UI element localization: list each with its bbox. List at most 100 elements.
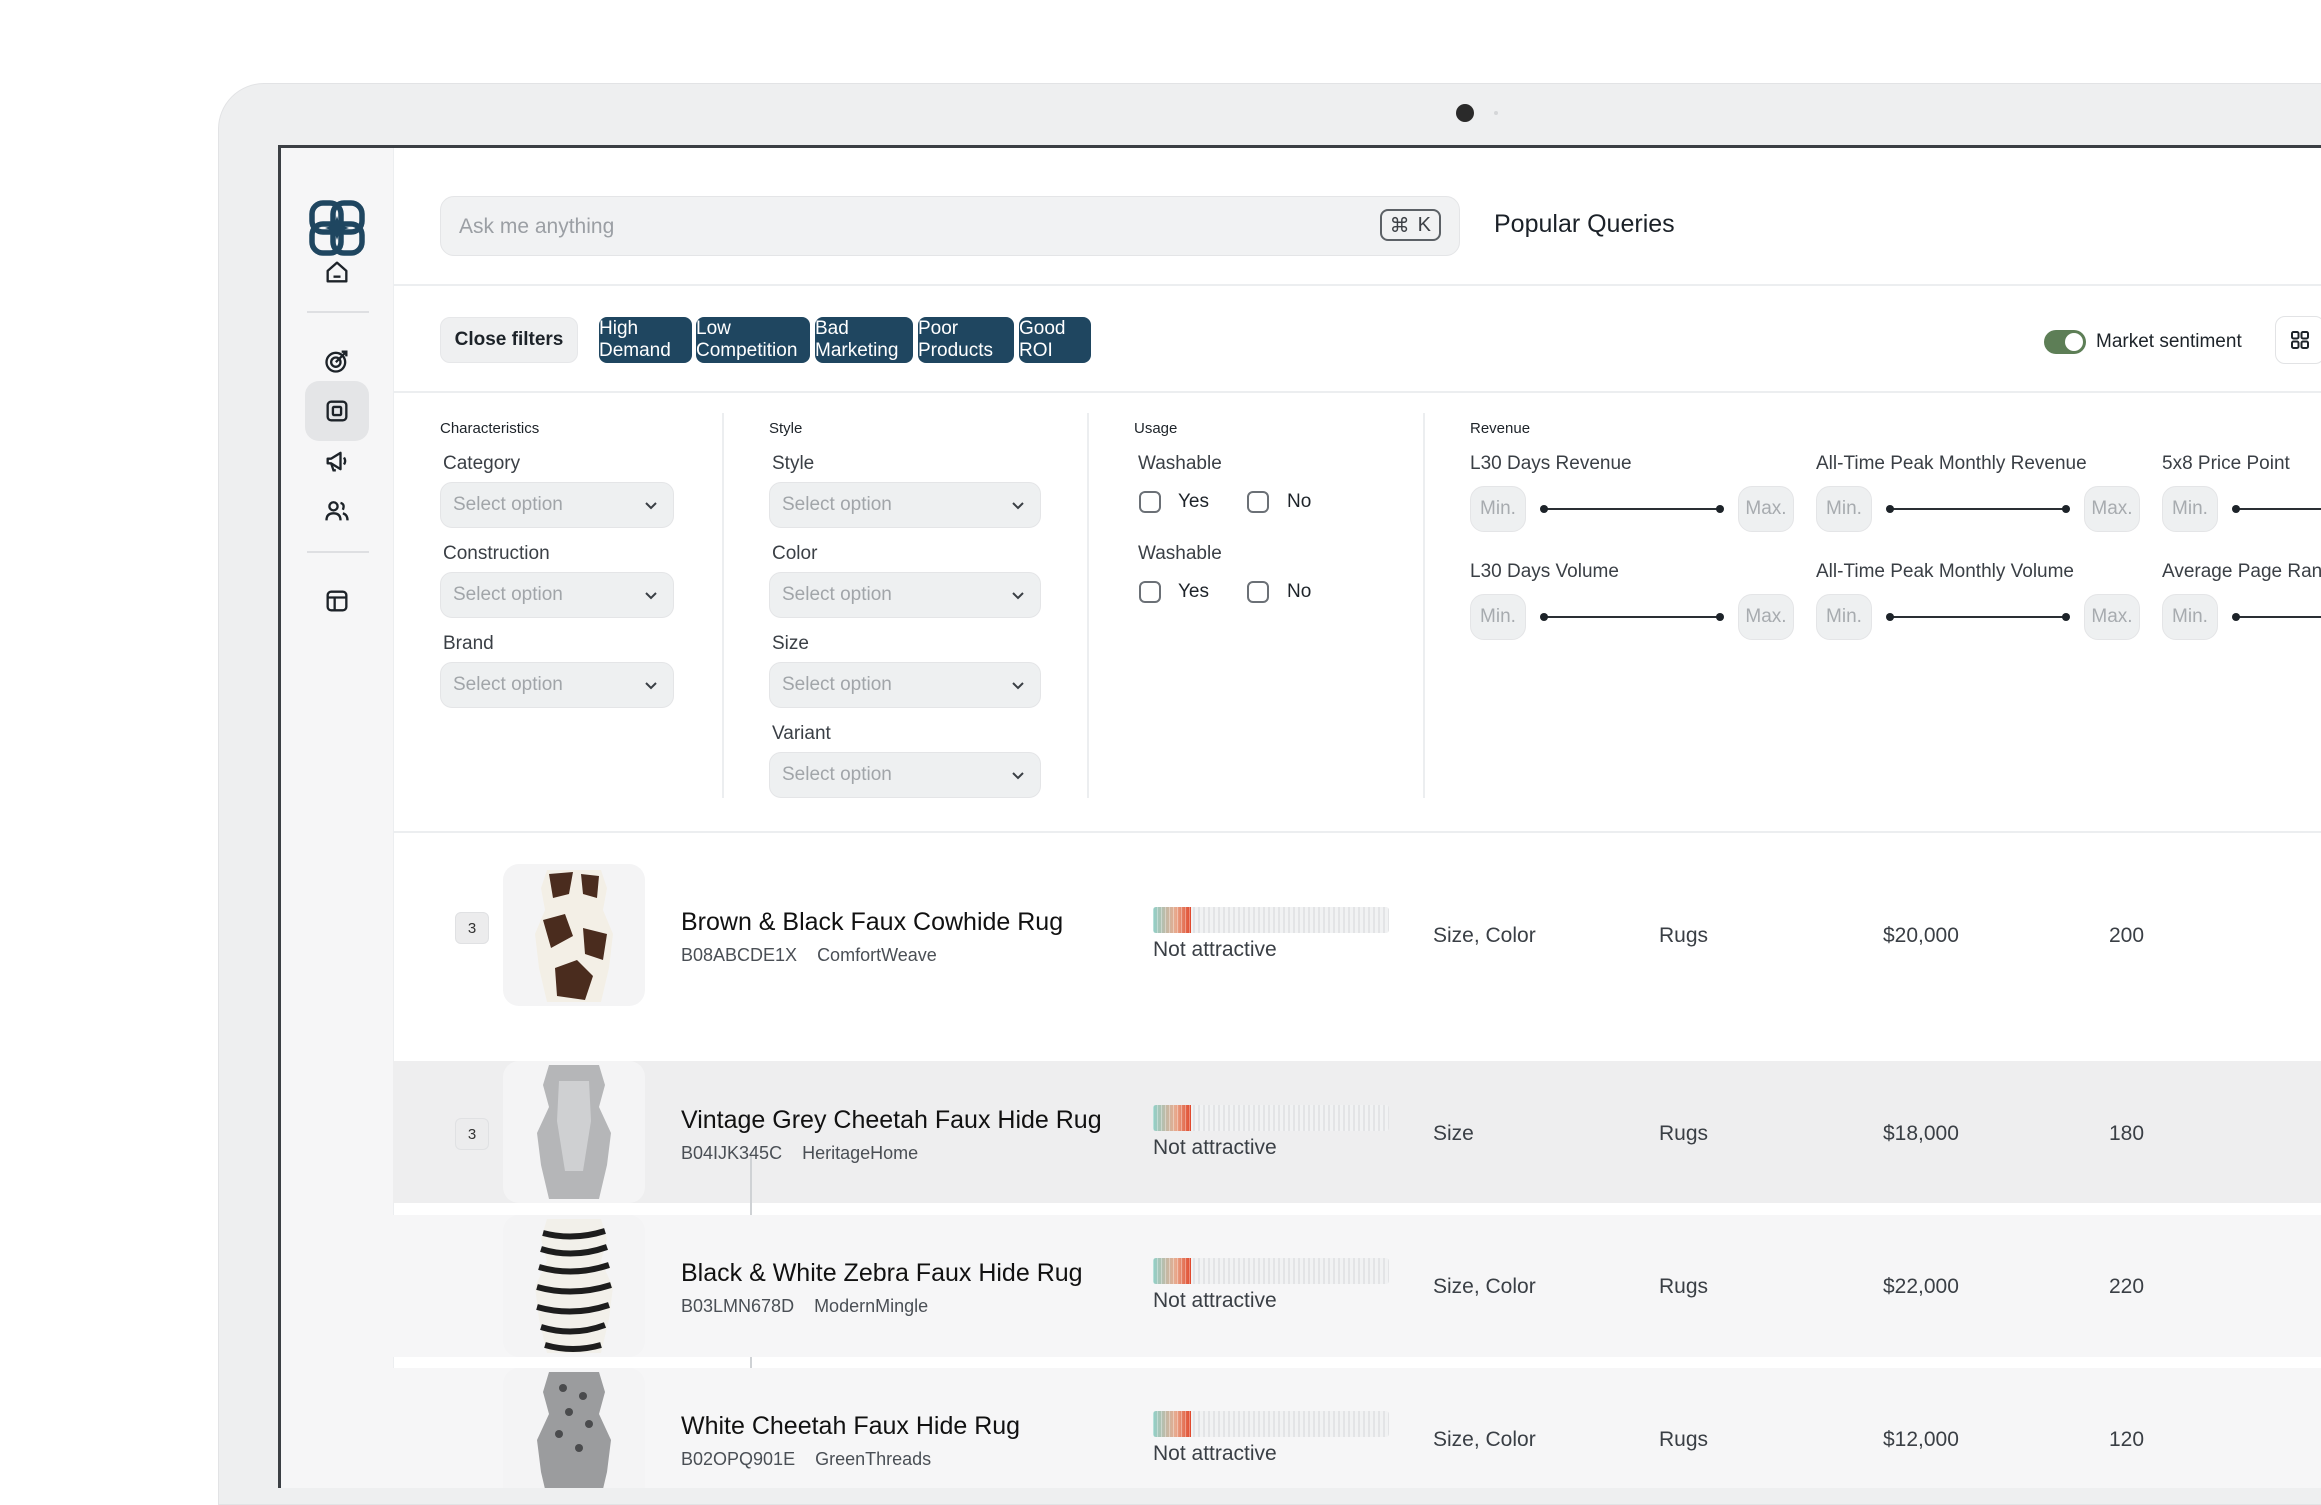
washable-yes-label: Yes xyxy=(1178,491,1209,512)
washable-no-checkbox[interactable] xyxy=(1247,581,1269,603)
slider-handle-min[interactable] xyxy=(1540,505,1548,513)
nav-home[interactable] xyxy=(305,242,369,302)
users-icon xyxy=(325,501,349,521)
category-cell: Rugs xyxy=(1659,1275,1709,1298)
slider-handle-min[interactable] xyxy=(1886,505,1894,513)
brand: GreenThreads xyxy=(815,1449,932,1469)
page-rank-label: Average Page Rank xyxy=(2162,561,2321,582)
peak-revenue-max-input[interactable]: Max. xyxy=(2084,486,2140,532)
chevron-down-icon xyxy=(1012,682,1024,690)
filter-bar-divider xyxy=(393,391,2321,393)
washable-no-label: No xyxy=(1287,581,1312,602)
product-thumbnail[interactable] xyxy=(503,1061,645,1203)
cowhide-rug-image xyxy=(535,870,613,1002)
chevron-down-icon xyxy=(1012,772,1024,780)
page-rank-min-input[interactable]: Min. xyxy=(2162,594,2218,640)
slider-handle-max[interactable] xyxy=(2062,505,2070,513)
zebra-rug-image xyxy=(535,1219,613,1353)
chip-low-competition[interactable]: Low Competition xyxy=(696,317,810,363)
slider-handle-min[interactable] xyxy=(1886,613,1894,621)
camera-indicator xyxy=(1494,111,1498,115)
l30-volume-slider[interactable] xyxy=(1544,616,1720,618)
market-sentiment-toggle[interactable] xyxy=(2044,330,2086,354)
chevron-down-icon xyxy=(645,682,657,690)
variant-label: Variant xyxy=(772,723,831,744)
slider-handle-min[interactable] xyxy=(2232,613,2240,621)
chip-high-demand[interactable]: High Demand xyxy=(599,317,692,363)
app-screen: ⌘ K Popular Queries Close filters High D… xyxy=(278,145,2321,1488)
slider-handle-max[interactable] xyxy=(1716,613,1724,621)
washable-label: Washable xyxy=(1138,543,1222,564)
peak-revenue-min-input[interactable]: Min. xyxy=(1816,486,1872,532)
slider-handle-max[interactable] xyxy=(2062,613,2070,621)
price-point-slider[interactable] xyxy=(2236,508,2321,510)
washable-yes-checkbox[interactable] xyxy=(1139,581,1161,603)
nav-users[interactable] xyxy=(305,481,369,541)
popular-queries-link[interactable]: Popular Queries xyxy=(1494,210,1675,239)
peak-volume-max-input[interactable]: Max. xyxy=(2084,594,2140,640)
slider-handle-min[interactable] xyxy=(2232,505,2240,513)
category-label: Category xyxy=(443,453,521,474)
product-title[interactable]: Brown & Black Faux Cowhide Rug xyxy=(681,908,1063,937)
l30-revenue-min-input[interactable]: Min. xyxy=(1470,486,1526,532)
peak-revenue-slider[interactable] xyxy=(1890,508,2066,510)
washable-yes-checkbox[interactable] xyxy=(1139,491,1161,513)
peak-volume-slider[interactable] xyxy=(1890,616,2066,618)
washable-yes-label: Yes xyxy=(1178,581,1209,602)
attractiveness-bar xyxy=(1153,907,1389,933)
chevron-down-icon xyxy=(1012,502,1024,510)
home-icon xyxy=(326,261,348,283)
attractiveness-bar xyxy=(1153,1411,1389,1437)
price-point-min-input[interactable]: Min. xyxy=(2162,486,2218,532)
characteristics-title: Characteristics xyxy=(440,420,540,437)
l30-volume-max-input[interactable]: Max. xyxy=(1738,594,1794,640)
l30-revenue-slider[interactable] xyxy=(1544,508,1720,510)
nav-dashboard[interactable] xyxy=(305,571,369,631)
product-meta: B08ABCDE1X ComfortWeave xyxy=(681,945,937,966)
slider-handle-min[interactable] xyxy=(1540,613,1548,621)
washable-no-checkbox[interactable] xyxy=(1247,491,1269,513)
l30-revenue-label: L30 Days Revenue xyxy=(1470,453,1632,474)
color-select[interactable]: Select option xyxy=(769,572,1041,618)
shortcut-hint: ⌘ K xyxy=(1379,209,1441,241)
category-cell: Rugs xyxy=(1659,924,1709,947)
peak-volume-min-input[interactable]: Min. xyxy=(1816,594,1872,640)
product-thumbnail[interactable] xyxy=(503,864,645,1006)
variant-select[interactable]: Select option xyxy=(769,752,1041,798)
color-label: Color xyxy=(772,543,818,564)
search-input[interactable] xyxy=(457,197,1361,257)
size-select[interactable]: Select option xyxy=(769,662,1041,708)
brand-select[interactable]: Select option xyxy=(440,662,674,708)
box-icon xyxy=(326,400,348,422)
peak-revenue-label: All-Time Peak Monthly Revenue xyxy=(1816,453,2087,474)
variant-select-value: Select option xyxy=(782,764,892,785)
product-title[interactable]: Vintage Grey Cheetah Faux Hide Rug xyxy=(681,1106,1102,1135)
slider-handle-max[interactable] xyxy=(1716,505,1724,513)
category-select[interactable]: Select option xyxy=(440,482,674,528)
construction-select[interactable]: Select option xyxy=(440,572,674,618)
chip-poor-products[interactable]: Poor Products xyxy=(918,317,1014,363)
product-thumbnail[interactable] xyxy=(503,1368,645,1488)
l30-revenue-max-input[interactable]: Max. xyxy=(1738,486,1794,532)
brand-select-value: Select option xyxy=(453,674,563,695)
l30-volume-min-input[interactable]: Min. xyxy=(1470,594,1526,640)
close-filters-button[interactable]: Close filters xyxy=(440,317,578,363)
size-label: Size xyxy=(772,633,809,654)
shortcut-key: K xyxy=(1417,213,1431,236)
chip-bad-marketing[interactable]: Bad Marketing xyxy=(815,317,913,363)
revenue-cell: $20,000 xyxy=(1883,924,1959,947)
product-meta: B02OPQ901E GreenThreads xyxy=(681,1449,931,1470)
chip-good-roi[interactable]: Good ROI xyxy=(1019,317,1091,363)
product-thumbnail[interactable] xyxy=(503,1215,645,1357)
product-title[interactable]: Black & White Zebra Faux Hide Rug xyxy=(681,1259,1083,1288)
chevron-down-icon xyxy=(1012,592,1024,600)
grid-view-button[interactable] xyxy=(2275,316,2321,364)
brand: ComfortWeave xyxy=(817,945,937,965)
style-select[interactable]: Select option xyxy=(769,482,1041,528)
style-select-value: Select option xyxy=(782,494,892,515)
attractiveness-label: Not attractive xyxy=(1153,1442,1277,1465)
product-title[interactable]: White Cheetah Faux Hide Rug xyxy=(681,1412,1020,1441)
megaphone-icon xyxy=(326,451,347,472)
page-rank-slider[interactable] xyxy=(2236,616,2321,618)
asin: B04IJK345C xyxy=(681,1143,783,1163)
